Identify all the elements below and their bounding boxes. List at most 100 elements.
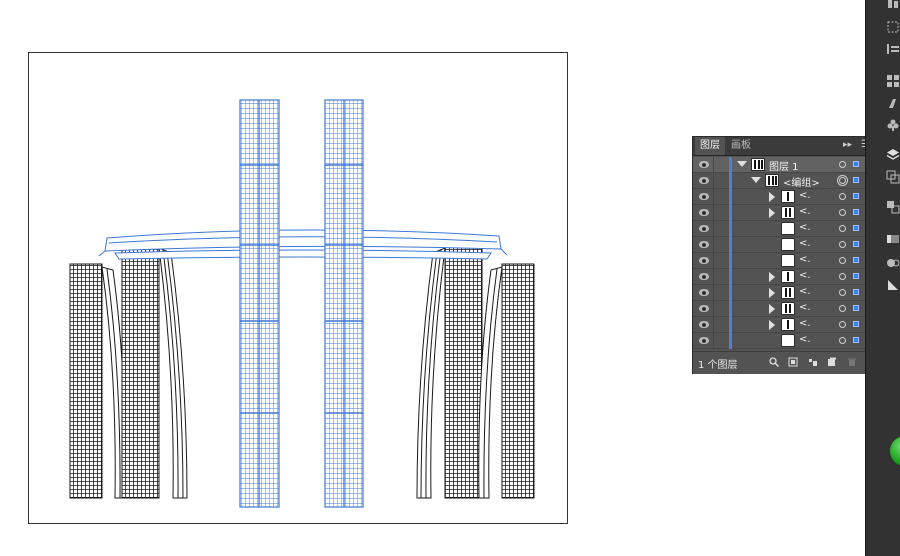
target-circle-icon[interactable] bbox=[839, 241, 846, 248]
visibility-eye-icon[interactable] bbox=[699, 321, 709, 328]
transform-icon[interactable] bbox=[886, 20, 900, 34]
layer-name[interactable]: <. bbox=[799, 206, 811, 217]
visibility-eye-icon[interactable] bbox=[699, 337, 709, 344]
club-symbol-icon[interactable] bbox=[886, 118, 900, 132]
target-circle-icon[interactable] bbox=[839, 337, 846, 344]
disclosure-closed-icon[interactable] bbox=[769, 320, 775, 330]
target-circle-icon[interactable] bbox=[839, 321, 846, 328]
selection-indicator[interactable] bbox=[853, 289, 859, 295]
selection-indicator[interactable] bbox=[853, 305, 859, 311]
layer-name[interactable]: 图层 1 bbox=[769, 158, 799, 173]
lock-toggle[interactable] bbox=[713, 237, 714, 253]
layer-name[interactable]: <. bbox=[799, 334, 811, 345]
symbols-icon[interactable] bbox=[886, 74, 900, 88]
lock-toggle[interactable] bbox=[713, 269, 714, 285]
disclosure-closed-icon[interactable] bbox=[769, 272, 775, 282]
lock-toggle[interactable] bbox=[713, 301, 714, 317]
lock-toggle[interactable] bbox=[713, 157, 714, 173]
delete-icon[interactable] bbox=[847, 357, 857, 367]
building-artwork[interactable] bbox=[29, 53, 569, 525]
selection-indicator[interactable] bbox=[853, 193, 859, 199]
layer-row-item[interactable]: <. bbox=[693, 205, 867, 221]
layer-name[interactable]: <. bbox=[799, 190, 811, 201]
layer-name[interactable]: <. bbox=[799, 318, 811, 329]
visibility-eye-icon[interactable] bbox=[699, 193, 709, 200]
target-circle-icon[interactable] bbox=[839, 305, 846, 312]
target-circle-icon[interactable] bbox=[839, 273, 846, 280]
lock-toggle[interactable] bbox=[713, 333, 714, 349]
target-circle-icon[interactable] bbox=[839, 289, 846, 296]
layer-row-item[interactable]: <. bbox=[693, 333, 867, 349]
selection-indicator[interactable] bbox=[853, 225, 859, 231]
layer-row-item[interactable]: <. bbox=[693, 317, 867, 333]
selection-indicator[interactable] bbox=[853, 209, 859, 215]
selection-indicator[interactable] bbox=[853, 273, 859, 279]
make-clipping-mask-icon[interactable] bbox=[808, 357, 818, 367]
new-layer-icon[interactable] bbox=[827, 357, 837, 367]
disclosure-closed-icon[interactable] bbox=[769, 304, 775, 314]
layer-row-item[interactable]: <. bbox=[693, 285, 867, 301]
layer-name[interactable]: <. bbox=[799, 270, 811, 281]
disclosure-open-icon[interactable] bbox=[751, 177, 761, 183]
libraries-icon[interactable] bbox=[886, 42, 900, 56]
layers-icon[interactable] bbox=[886, 148, 900, 162]
layer-name[interactable]: <. bbox=[799, 254, 811, 265]
transparency-icon[interactable] bbox=[886, 278, 900, 292]
visibility-eye-icon[interactable] bbox=[699, 225, 709, 232]
artboards-icon[interactable] bbox=[886, 170, 900, 184]
visibility-eye-icon[interactable] bbox=[699, 241, 709, 248]
target-circle-icon[interactable] bbox=[839, 209, 846, 216]
tab-artboards[interactable]: 画板 bbox=[726, 137, 756, 155]
lock-toggle[interactable] bbox=[713, 173, 714, 189]
visibility-eye-icon[interactable] bbox=[699, 209, 709, 216]
layer-row-item[interactable]: <. bbox=[693, 189, 867, 205]
target-circle-icon[interactable] bbox=[839, 193, 846, 200]
selection-indicator[interactable] bbox=[853, 337, 859, 343]
collapse-panel-icon[interactable]: ▸▸ bbox=[843, 140, 852, 150]
layer-name[interactable]: <. bbox=[799, 286, 811, 297]
layer-name[interactable]: <. bbox=[799, 302, 811, 313]
lock-toggle[interactable] bbox=[713, 253, 714, 269]
layer-row-item[interactable]: <. bbox=[693, 269, 867, 285]
selection-indicator[interactable] bbox=[853, 241, 859, 247]
selection-indicator[interactable] bbox=[853, 161, 859, 167]
layer-name[interactable]: <. bbox=[799, 222, 811, 233]
layer-row-layer-1[interactable]: 图层 1 bbox=[693, 157, 867, 173]
layer-row-item[interactable]: <. bbox=[693, 253, 867, 269]
lock-toggle[interactable] bbox=[713, 221, 714, 237]
align-icon[interactable] bbox=[886, 0, 900, 10]
visibility-eye-icon[interactable] bbox=[699, 161, 709, 168]
selection-indicator[interactable] bbox=[853, 321, 859, 327]
visibility-eye-icon[interactable] bbox=[699, 257, 709, 264]
visibility-eye-icon[interactable] bbox=[699, 273, 709, 280]
visibility-eye-icon[interactable] bbox=[699, 289, 709, 296]
target-circle-icon[interactable] bbox=[839, 257, 846, 264]
disclosure-closed-icon[interactable] bbox=[769, 288, 775, 298]
lock-toggle[interactable] bbox=[713, 317, 714, 333]
gradient-icon[interactable] bbox=[886, 232, 900, 246]
layer-name[interactable]: <编组> bbox=[783, 174, 820, 189]
pathfinder-icon[interactable] bbox=[886, 200, 900, 214]
brushes-icon[interactable] bbox=[886, 96, 900, 110]
target-circle-icon[interactable] bbox=[839, 225, 846, 232]
target-circle-icon[interactable] bbox=[839, 161, 846, 168]
collect-for-export-icon[interactable] bbox=[788, 357, 798, 367]
artboard[interactable] bbox=[28, 52, 568, 524]
appearance-icon[interactable] bbox=[886, 256, 900, 270]
lock-toggle[interactable] bbox=[713, 189, 714, 205]
selection-indicator[interactable] bbox=[853, 177, 859, 183]
disclosure-closed-icon[interactable] bbox=[769, 208, 775, 218]
layer-row-item[interactable]: <. bbox=[693, 221, 867, 237]
layer-row-group[interactable]: <编组> bbox=[693, 173, 867, 189]
disclosure-closed-icon[interactable] bbox=[769, 192, 775, 202]
visibility-eye-icon[interactable] bbox=[699, 177, 709, 184]
lock-toggle[interactable] bbox=[713, 285, 714, 301]
visibility-eye-icon[interactable] bbox=[699, 305, 709, 312]
target-circle-icon[interactable] bbox=[837, 175, 848, 186]
disclosure-open-icon[interactable] bbox=[737, 161, 747, 167]
layer-row-item[interactable]: <. bbox=[693, 301, 867, 317]
selection-indicator[interactable] bbox=[853, 257, 859, 263]
lock-toggle[interactable] bbox=[713, 205, 714, 221]
search-icon[interactable] bbox=[769, 357, 780, 368]
tab-layers[interactable]: 图层 bbox=[695, 137, 725, 155]
